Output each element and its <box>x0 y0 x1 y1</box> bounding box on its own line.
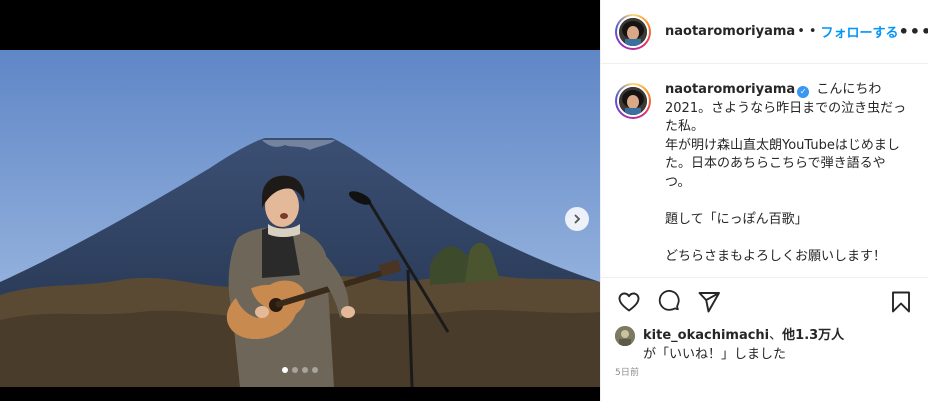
header-username[interactable]: naotaromoriyama <box>665 24 795 39</box>
post-date[interactable]: 5日前 <box>601 365 653 378</box>
caption-username[interactable]: naotaromoriyama <box>665 82 795 97</box>
carousel-dot <box>292 367 298 373</box>
likes-text: kite_okachimachi、他1.3万人 が「いいね！」しました <box>643 326 844 364</box>
header-separator: • <box>808 24 817 39</box>
post-actions-section: kite_okachimachi、他1.3万人 が「いいね！」しました <box>601 277 928 366</box>
avatar-image <box>619 17 647 46</box>
likes-count[interactable]: 他1.3万人 <box>782 328 844 343</box>
verified-badge-icon: ✓ <box>797 86 810 98</box>
post-photo[interactable] <box>0 50 600 387</box>
caption-text: こんにちわ 2021。さようなら昨日までの泣き虫だった私。 年が明け森山直太朗Y… <box>665 82 907 264</box>
action-bar <box>601 278 928 326</box>
avatar[interactable] <box>615 13 651 50</box>
carousel-dot <box>302 367 308 373</box>
caption-area: naotaromoriyama ✓ こんにちわ 2021。さようなら昨日までの泣き… <box>601 65 928 277</box>
header-username-truncation: • <box>797 24 805 39</box>
chevron-right-icon <box>571 210 583 229</box>
post-header: naotaromoriyama • • フォローする ••• <box>601 0 928 64</box>
post-media <box>0 0 600 401</box>
follow-button[interactable]: フォローする <box>821 22 899 41</box>
caption-avatar[interactable] <box>615 83 651 119</box>
carousel-indicator <box>0 367 600 373</box>
carousel-dot <box>282 367 288 373</box>
liker-username[interactable]: kite_okachimachi <box>643 328 769 343</box>
caption-row: naotaromoriyama ✓ こんにちわ 2021。さようなら昨日までの泣き… <box>615 81 913 266</box>
carousel-next-button[interactable] <box>565 207 589 231</box>
avatar-image <box>619 87 647 115</box>
likes-separator: 、 <box>769 328 783 343</box>
more-options-button[interactable]: ••• <box>899 22 928 41</box>
heart-icon[interactable] <box>615 288 643 316</box>
carousel-dot <box>312 367 318 373</box>
caption-body: naotaromoriyama ✓ こんにちわ 2021。さようなら昨日までの泣き… <box>665 81 907 266</box>
photo-illustration <box>0 50 600 387</box>
likes-summary: kite_okachimachi、他1.3万人 が「いいね！」しました <box>601 326 928 366</box>
post-side-panel: naotaromoriyama • • フォローする ••• naotaromo… <box>600 0 928 401</box>
comment-icon[interactable] <box>655 288 683 316</box>
likes-suffix: が「いいね！」しました <box>643 347 787 362</box>
paper-plane-icon[interactable] <box>695 288 723 316</box>
bookmark-icon[interactable] <box>887 288 915 316</box>
liker-avatar[interactable] <box>615 326 635 346</box>
